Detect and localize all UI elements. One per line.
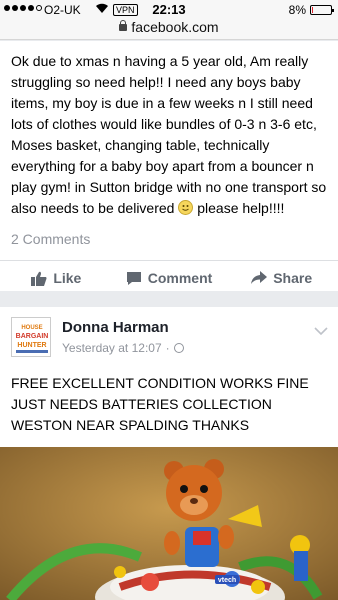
post-meta: Yesterday at 12:07 · [62, 341, 184, 355]
toy-brand-label: vtech [218, 577, 236, 584]
post-body: Ok due to xmas n having a 5 year old, Am… [11, 53, 327, 216]
comment-icon [126, 271, 141, 285]
share-button[interactable]: Share [225, 261, 338, 295]
avatar-line: HUNTER [17, 342, 46, 349]
author-name-link[interactable]: Donna Harman [62, 319, 169, 336]
comments-count-link[interactable]: 2 Comments [11, 231, 90, 247]
share-icon [251, 271, 268, 284]
smiley-emoji-icon [178, 200, 194, 215]
meta-separator: · [165, 341, 170, 355]
thumbs-up-icon [31, 271, 47, 286]
lock-icon [119, 20, 128, 31]
battery-percent: 8% [288, 3, 306, 17]
battery-icon [310, 5, 334, 15]
comment-label: Comment [147, 270, 213, 286]
share-label: Share [273, 270, 313, 286]
post-actions: Like Comment Share [0, 261, 338, 295]
comment-button[interactable]: Comment [113, 261, 226, 295]
post-card: Ok due to xmas n having a 5 year old, Am… [0, 41, 338, 291]
browser-top-bar: O2-UK VPN 22:13 8% facebook.com [0, 0, 338, 40]
avatar-line: BARGAIN [16, 333, 49, 340]
post-body-end: please help!!!! [197, 200, 285, 216]
avatar[interactable]: HOUSE BARGAIN HUNTER [11, 317, 51, 357]
post-timestamp[interactable]: Yesterday at 12:07 [62, 341, 162, 355]
clock: 22:13 [152, 2, 186, 17]
address-bar[interactable]: facebook.com [0, 19, 338, 35]
like-label: Like [53, 270, 82, 286]
avatar-line: HOUSE [21, 325, 42, 331]
url-text: facebook.com [131, 19, 219, 35]
status-bar: O2-UK VPN 22:13 8% [0, 0, 338, 20]
post-text: Ok due to xmas n having a 5 year old, Am… [11, 51, 329, 219]
chevron-down-icon[interactable] [314, 323, 328, 341]
globe-icon [173, 343, 184, 353]
post-body: FREE EXCELLENT CONDITION WORKS FINE JUST… [11, 375, 309, 433]
like-button[interactable]: Like [0, 261, 113, 295]
post-photo[interactable]: vtech [0, 447, 338, 600]
post-card: HOUSE BARGAIN HUNTER Donna Harman Yester… [0, 307, 338, 600]
